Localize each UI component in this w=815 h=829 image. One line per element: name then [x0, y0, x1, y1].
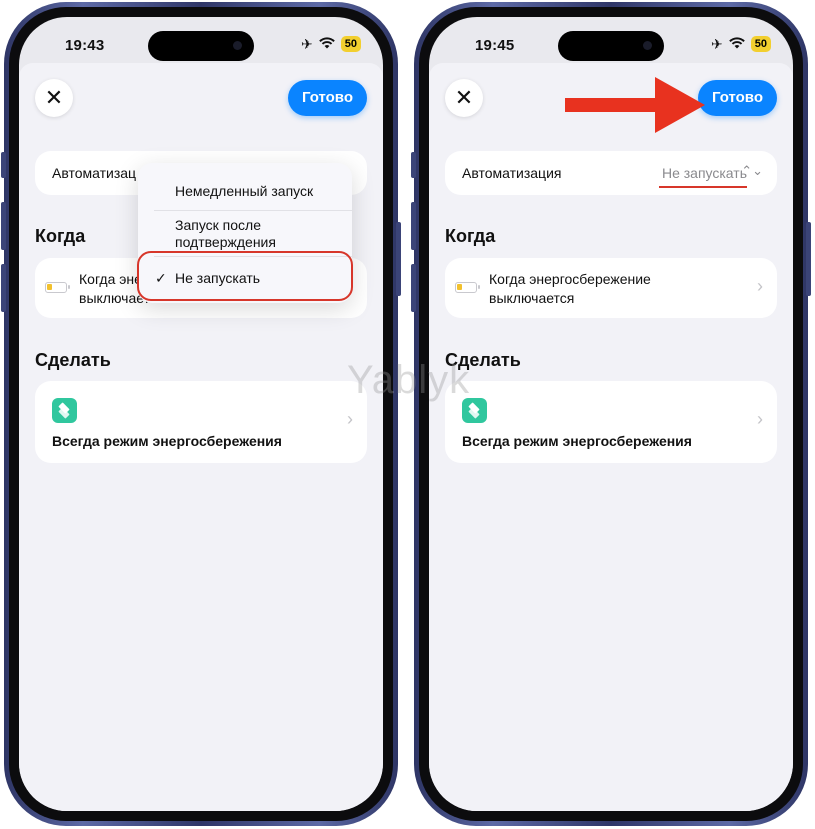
wifi-icon — [728, 36, 745, 52]
volume-down-button — [411, 264, 416, 312]
layers-icon — [52, 398, 77, 423]
action-button — [1, 152, 6, 178]
menu-item-run-after-confirmation[interactable]: Запуск после подтверждения — [175, 217, 345, 251]
automation-row[interactable]: Автоматизация Не запускать ⌃⌄ — [445, 151, 777, 195]
dynamic-island — [148, 31, 254, 61]
action-text: Всегда режим энергосбережения — [52, 433, 282, 449]
status-time: 19:45 — [475, 37, 515, 54]
airplane-icon: ✈ — [301, 36, 313, 52]
chevron-right-icon: › — [757, 276, 763, 296]
menu-divider — [154, 210, 352, 211]
status-icons: ✈ 50 — [711, 36, 771, 52]
screen: 19:45 ✈ 50 ✕ Готово Автоматизация Не зап… — [429, 17, 793, 811]
do-section-title: Сделать — [35, 350, 111, 370]
when-section-title: Когда — [445, 226, 496, 246]
action-row[interactable]: Всегда режим энергосбережения › — [35, 381, 367, 463]
dynamic-island — [558, 31, 664, 61]
arrow-icon — [565, 77, 705, 133]
up-down-chevron-icon: ⌃⌄ — [741, 163, 763, 178]
automation-label: Автоматизация — [462, 165, 562, 181]
watermark: Yablyk — [347, 358, 471, 402]
close-icon: ✕ — [44, 85, 64, 110]
selection-highlight — [137, 251, 353, 301]
trigger-text: Когда энергосбережение выключается — [489, 271, 651, 306]
automation-label: Автоматизац — [52, 165, 137, 181]
wifi-icon — [318, 36, 335, 52]
run-mode-menu: Немедленный запуск Запуск после подтверж… — [137, 163, 353, 303]
phone-left: 19:43 ✈ 50 ✕ Готово Автоматизац Когда Ко… — [1, 2, 401, 826]
volume-up-button — [411, 202, 416, 250]
automation-value[interactable]: Не запускать — [662, 165, 747, 181]
menu-item-run-immediately[interactable]: Немедленный запуск — [175, 183, 345, 200]
action-row[interactable]: Всегда режим энергосбережения › — [445, 381, 777, 463]
chevron-right-icon: › — [347, 409, 353, 429]
volume-up-button — [1, 202, 6, 250]
done-button[interactable]: Готово — [287, 80, 367, 116]
power-button — [806, 222, 811, 296]
done-button[interactable]: Готово — [697, 80, 777, 116]
battery-icon: 50 — [750, 36, 771, 52]
automation-sheet: ✕ Готово Автоматизация Не запускать ⌃⌄ К… — [429, 63, 793, 811]
power-button — [396, 222, 401, 296]
close-button[interactable]: ✕ — [445, 79, 483, 117]
screen: 19:43 ✈ 50 ✕ Готово Автоматизац Когда Ко… — [19, 17, 383, 811]
action-text: Всегда режим энергосбережения — [462, 433, 692, 449]
value-underline-annotation — [659, 186, 747, 188]
status-icons: ✈ 50 — [301, 36, 361, 52]
volume-down-button — [1, 264, 6, 312]
when-section-title: Когда — [35, 226, 86, 246]
airplane-icon: ✈ — [711, 36, 723, 52]
automation-sheet: ✕ Готово Автоматизац Когда Когда энергос… — [19, 63, 383, 811]
low-power-battery-icon — [45, 282, 70, 293]
trigger-row[interactable]: Когда энергосбережение выключается › — [445, 258, 777, 318]
close-button[interactable]: ✕ — [35, 79, 73, 117]
status-time: 19:43 — [65, 37, 105, 54]
chevron-right-icon: › — [757, 409, 763, 429]
action-button — [411, 152, 416, 178]
low-power-battery-icon — [455, 282, 480, 293]
battery-icon: 50 — [340, 36, 361, 52]
close-icon: ✕ — [454, 85, 474, 110]
